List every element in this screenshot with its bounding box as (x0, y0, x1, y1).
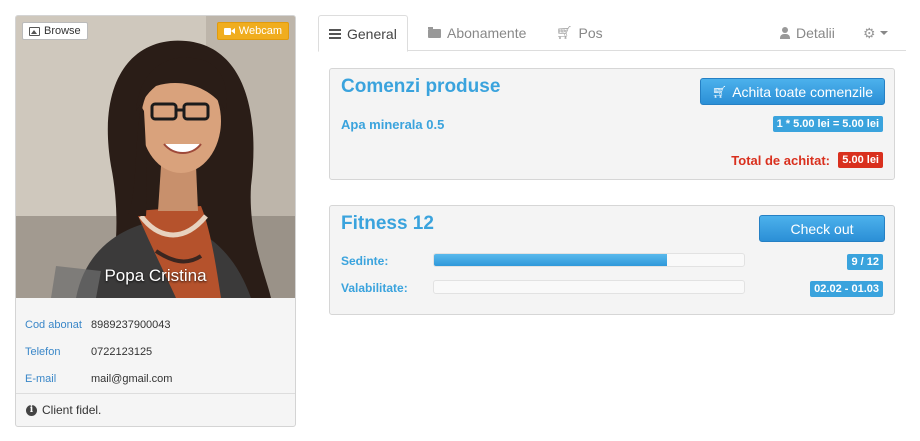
webcam-label: Webcam (238, 25, 282, 37)
info-value: mail@gmail.com (91, 372, 173, 385)
video-camera-icon (223, 27, 235, 35)
gear-icon: ⚙ (863, 24, 876, 41)
orders-panel: Comenzi produse 🛒︎ Achita toate comenzil… (329, 68, 895, 180)
settings-dropdown[interactable]: ⚙ (853, 15, 898, 51)
subscription-title: Fitness 12 (341, 213, 434, 234)
webcam-button[interactable]: Webcam (216, 22, 289, 40)
tab-general[interactable]: General (318, 15, 408, 52)
orders-title: Comenzi produse (341, 76, 501, 97)
tab-detalii[interactable]: Detalii (770, 15, 845, 51)
validity-label: Valabilitate: (341, 281, 408, 295)
info-value: 8989237900043 (91, 318, 171, 331)
sessions-progress-bar (433, 253, 745, 267)
pay-all-label: Achita toate comenzile (732, 83, 874, 100)
profile-photo-image (16, 16, 295, 298)
folder-open-icon (428, 26, 441, 38)
info-row-subscriber-code: Cod abonat 8989237900043 (25, 311, 285, 338)
checkout-label: Check out (790, 220, 854, 237)
info-label: E-mail (25, 372, 57, 385)
client-note: i Client fidel. (16, 393, 295, 426)
info-label: Telefon (25, 345, 61, 358)
profile-card: Browse Webcam Popa Cristina Cod abonat 8… (15, 15, 296, 427)
subscription-panel: Fitness 12 Check out Sedinte: 9 / 12 Val… (329, 205, 895, 315)
checkout-button[interactable]: Check out (759, 215, 885, 242)
browse-label: Browse (44, 25, 81, 37)
profile-info: Cod abonat 8989237900043 Telefon 0722123… (25, 311, 285, 392)
pay-all-button[interactable]: 🛒︎ Achita toate comenzile (700, 78, 885, 105)
info-value: 0722123125 (91, 345, 153, 358)
chevron-down-icon (879, 31, 888, 35)
tab-label: General (347, 25, 397, 42)
sessions-label: Sedinte: (341, 254, 389, 268)
info-circle-icon: i (26, 404, 37, 416)
info-row-email: E-mail mail@gmail.com (25, 365, 285, 392)
image-icon (29, 26, 40, 36)
tab-label: Detalii (796, 25, 835, 41)
tab-bar: General Abonamente 🛒︎ Pos Detalii ⚙ (318, 15, 906, 52)
tab-pos[interactable]: 🛒︎ Pos (546, 15, 613, 51)
user-icon (780, 27, 790, 39)
total-label: Total de achitat: (731, 153, 830, 168)
order-item-name: Apa minerala 0.5 (341, 117, 445, 132)
tab-abonamente[interactable]: Abonamente (418, 15, 536, 51)
info-label: Cod abonat (25, 318, 82, 331)
browse-button[interactable]: Browse (22, 22, 88, 40)
tab-label: Abonamente (447, 25, 527, 41)
cart-icon: 🛒︎ (556, 25, 573, 40)
validity-badge: 02.02 - 01.03 (810, 281, 883, 297)
info-row-phone: Telefon 0722123125 (25, 338, 285, 365)
profile-photo: Browse Webcam Popa Cristina (16, 16, 295, 298)
order-item-calc-badge: 1 * 5.00 lei = 5.00 lei (772, 116, 883, 132)
cart-icon: 🛒︎ (711, 84, 728, 99)
profile-name: Popa Cristina (104, 266, 207, 285)
validity-progress-bar (433, 280, 745, 294)
total-badge: 5.00 lei (838, 152, 883, 168)
client-note-text: Client fidel. (42, 403, 102, 417)
list-icon (329, 28, 341, 39)
sessions-badge: 9 / 12 (847, 254, 883, 270)
tab-label: Pos (578, 25, 603, 41)
sessions-progress-fill (434, 254, 667, 266)
